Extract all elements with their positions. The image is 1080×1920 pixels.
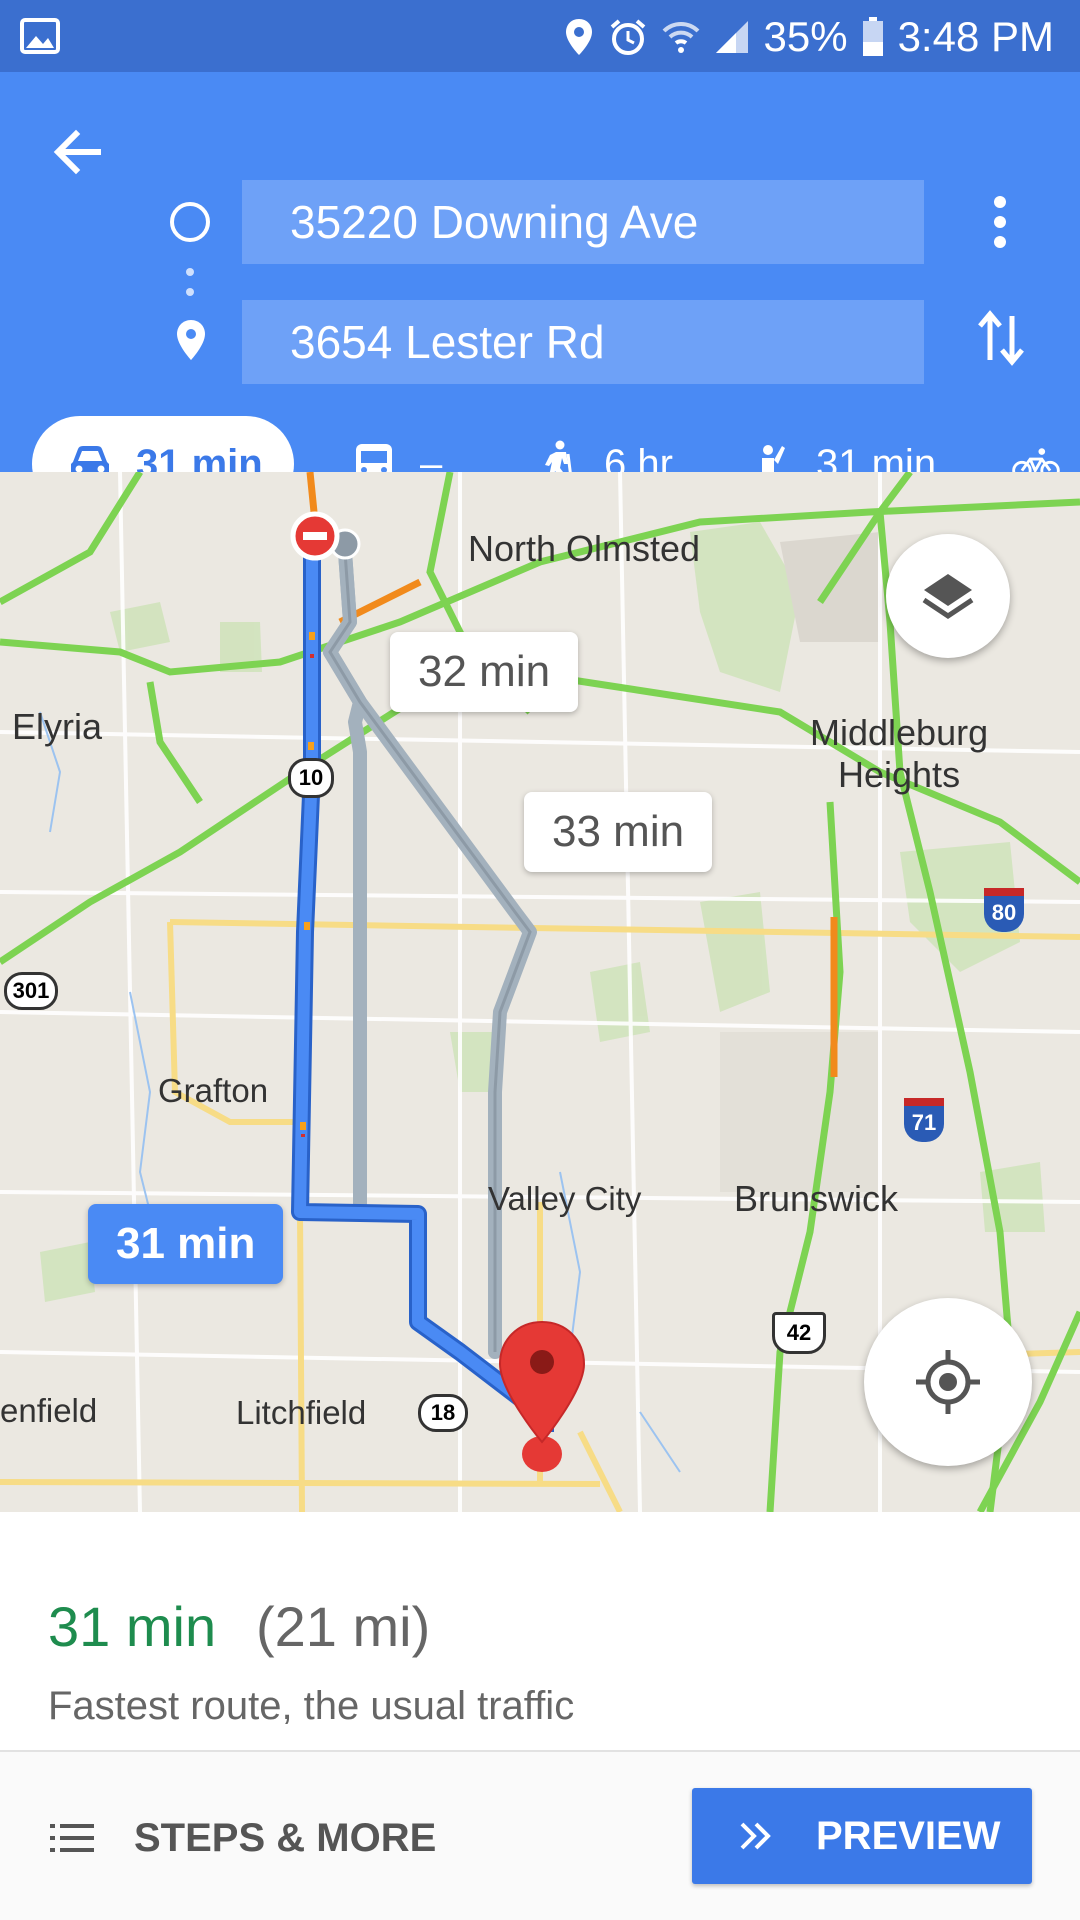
layers-button[interactable] (886, 534, 1010, 658)
destination-pin-icon (175, 318, 207, 362)
route-71-shield: 71 (904, 1098, 944, 1142)
gallery-icon (20, 18, 60, 54)
arrow-back-icon (53, 129, 101, 175)
summary-duration: 31 min (48, 1595, 217, 1658)
origin-circle-icon (170, 202, 210, 242)
status-bar: 35% 3:48 PM (0, 0, 1080, 72)
destination-field[interactable]: 3654 Lester Rd (242, 300, 924, 384)
route-42-shield: 42 (772, 1312, 826, 1354)
list-icon (50, 1824, 94, 1852)
map-view[interactable]: North Olmsted Elyria Middleburg Heights … (0, 472, 1080, 1512)
route-alt1-label[interactable]: 32 min (390, 632, 579, 712)
summary-description: Fastest route, the usual traffic (48, 1684, 575, 1728)
route-80-shield: 80 (984, 888, 1024, 932)
origin-field[interactable]: 35220 Downing Ave (242, 180, 924, 264)
swap-button[interactable] (976, 308, 1026, 368)
place-heights: Heights (838, 754, 961, 795)
swap-vertical-icon (978, 310, 1024, 366)
route-10-shield: 10 (288, 758, 334, 798)
back-button[interactable] (48, 122, 108, 182)
alarm-icon (608, 17, 648, 57)
place-valley-city: Valley City (488, 1180, 642, 1217)
place-brunswick: Brunswick (734, 1178, 899, 1219)
route-alt2-label[interactable]: 33 min (524, 792, 713, 872)
my-location-button[interactable] (864, 1298, 1032, 1466)
place-enfield: enfield (0, 1392, 98, 1429)
more-vert-icon (994, 196, 1006, 248)
summary-distance: (21 mi) (256, 1595, 431, 1658)
place-grafton: Grafton (158, 1072, 269, 1109)
directions-header: 35220 Downing Ave 3654 Lester Rd 31 min … (0, 72, 1080, 512)
route-connector-dot (186, 288, 194, 296)
layers-icon (922, 574, 974, 620)
place-middleburg: Middleburg (810, 712, 989, 753)
location-icon (564, 17, 594, 57)
place-north-olmsted: North Olmsted (468, 528, 701, 569)
route-summary[interactable]: 31 min (21 mi) Fastest route, the usual … (0, 1512, 1080, 1752)
steps-and-more-button[interactable]: STEPS & MORE (50, 1798, 436, 1878)
crosshair-icon (916, 1350, 980, 1414)
preview-label: PREVIEW (816, 1813, 1001, 1858)
bottom-action-bar: STEPS & MORE PREVIEW (0, 1752, 1080, 1920)
preview-button[interactable]: PREVIEW (692, 1788, 1032, 1884)
place-elyria: Elyria (12, 706, 103, 747)
route-18-shield: 18 (418, 1394, 468, 1432)
wifi-icon (662, 19, 700, 55)
route-301-shield: 301 (4, 972, 58, 1010)
place-litchfield: Litchfield (236, 1394, 367, 1431)
battery-icon (862, 17, 884, 57)
clock: 3:48 PM (897, 13, 1054, 60)
battery-text: 35% (763, 13, 848, 60)
route-primary-label[interactable]: 31 min (88, 1204, 284, 1284)
route-connector-dot (186, 268, 194, 276)
steps-label: STEPS & MORE (134, 1815, 437, 1860)
signal-icon (714, 19, 750, 55)
double-chevron-right-icon (740, 1822, 771, 1850)
more-options-button[interactable] (985, 192, 1015, 252)
